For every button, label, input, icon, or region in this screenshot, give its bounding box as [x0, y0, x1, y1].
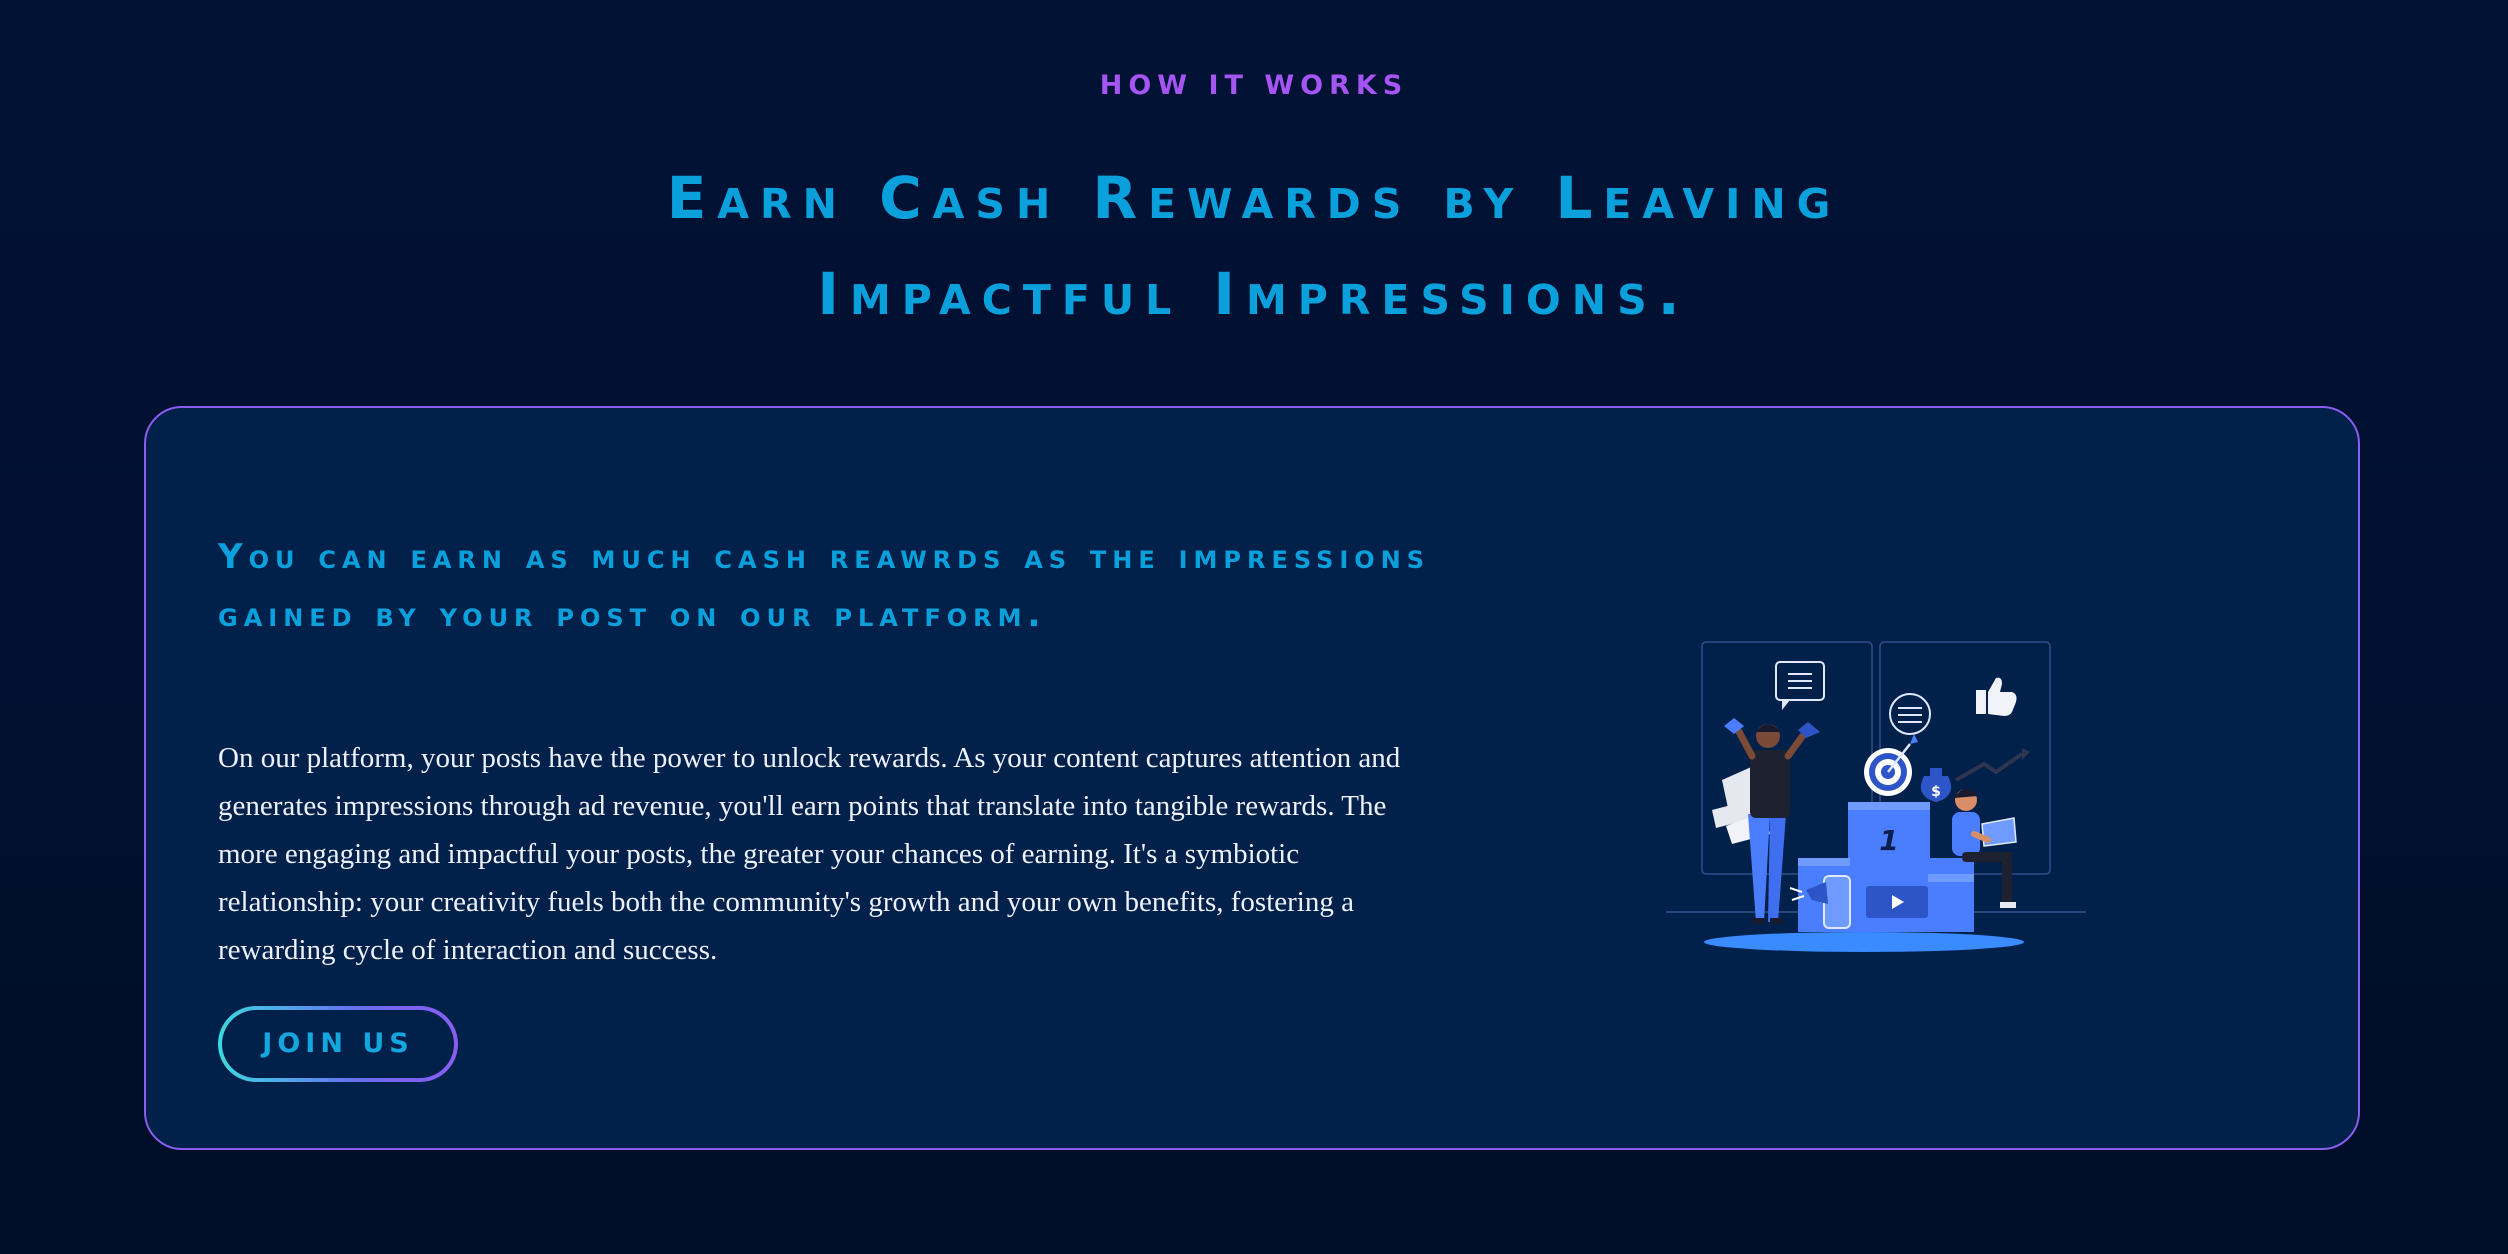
section-eyebrow: HOW IT WORKS	[1099, 70, 1409, 101]
section-headline: Earn Cash Rewards by Leaving Impactful I…	[400, 150, 2108, 342]
headline-line-1: Earn Cash Rewards by Leaving	[666, 164, 1842, 232]
podium-winners-illustration: 1 $	[1666, 641, 2086, 952]
headline-line-2: Impactful Impressions.	[817, 260, 1691, 328]
rewards-card: You can earn as much cash reawrds as the…	[144, 406, 2360, 1150]
trend-arrow-icon	[1955, 752, 2024, 782]
join-us-button[interactable]: JOIN US	[218, 1006, 458, 1082]
podium-number: 1	[1879, 824, 1898, 857]
floor-shadow	[1704, 932, 2024, 952]
thumbs-up-icon	[1976, 677, 2017, 716]
chat-bubble-icon	[1775, 661, 1825, 710]
play-icon	[1866, 886, 1928, 918]
how-it-works-section: HOW IT WORKS Earn Cash Rewards by Leavin…	[0, 0, 2508, 1254]
message-bubble-icon	[1889, 693, 1931, 735]
svg-text:$: $	[1931, 784, 1941, 800]
card-description: On our platform, your posts have the pow…	[218, 742, 1401, 966]
card-title: You can earn as much cash reawrds as the…	[218, 537, 1431, 635]
money-bag-icon: $	[1920, 768, 1952, 802]
